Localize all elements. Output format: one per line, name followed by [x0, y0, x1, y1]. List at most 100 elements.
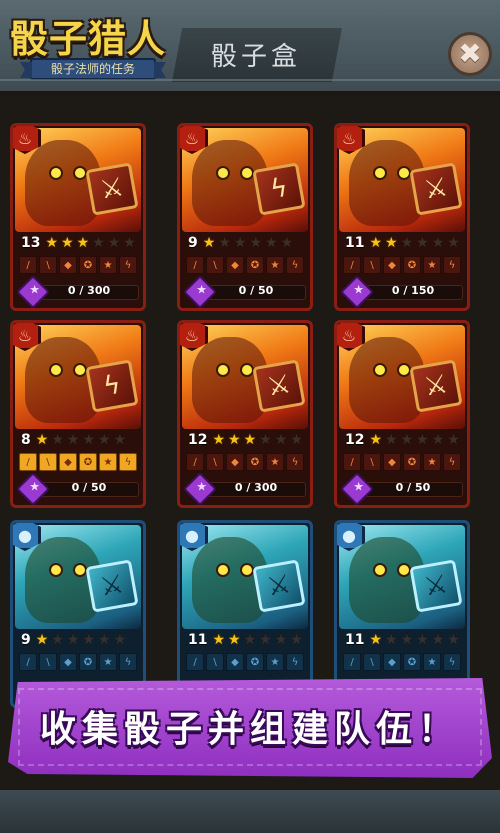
sword-icon: ⚔	[409, 162, 463, 216]
star-icon: ★	[259, 632, 272, 648]
star-icon: ★	[202, 235, 216, 251]
game-logo: 骰子猎人 骰子法师的任务	[6, 6, 176, 86]
star-icon: ★	[447, 235, 460, 251]
skill-icon: ★	[266, 256, 284, 274]
star-icon: ★	[212, 432, 226, 448]
skill-icon: ◆	[226, 653, 244, 671]
skill-icon: ✪	[403, 256, 421, 274]
skill-icon: /	[19, 653, 37, 671]
star-icon: ★	[369, 632, 383, 648]
skill-icon: ★	[99, 256, 117, 274]
skill-icon: ★	[266, 453, 284, 471]
lightning-icon: ϟ	[85, 359, 139, 413]
level-number: 9	[21, 632, 31, 648]
star-icon: ★	[113, 632, 127, 648]
star-icon: ★	[243, 432, 257, 448]
skill-icon: ★	[423, 453, 441, 471]
card-progress: 0 / 300	[16, 275, 139, 308]
star-icon: ★	[249, 235, 262, 251]
skill-row: / \ ◆ ✪ ★ ϟ	[343, 653, 461, 671]
skill-icon: \	[363, 256, 381, 274]
skill-icon: /	[343, 453, 361, 471]
level-row: 11 ★ ★ ★ ★ ★ ★	[345, 631, 460, 649]
star-icon: ★	[369, 235, 383, 251]
card-progress: 0 / 50	[16, 472, 139, 505]
star-icon: ★	[66, 632, 80, 648]
skill-icon: \	[39, 256, 57, 274]
progress-text: 0 / 50	[395, 481, 431, 494]
level-row: 11 ★ ★ ★ ★ ★ ★	[188, 631, 303, 649]
skill-icon: ◆	[226, 256, 244, 274]
card-progress: 0 / 50	[340, 472, 463, 505]
banner-text: 收集骰子并组建队伍！	[39, 709, 460, 750]
star-icon: ★	[447, 432, 460, 448]
close-icon: ✖	[458, 37, 482, 70]
dice-card[interactable]: ϟ♨9★★★★★★/\◆✪★ϟ0 / 50	[177, 123, 313, 311]
promo-banner: 收集骰子并组建队伍！	[8, 678, 492, 778]
card-progress: 0 / 150	[340, 275, 463, 308]
star-icon: ★	[243, 632, 257, 648]
star-icon: ★	[369, 432, 383, 448]
star-icon: ★	[212, 632, 226, 648]
skill-icon: ◆	[383, 653, 401, 671]
skill-icon: ϟ	[443, 453, 461, 471]
star-icon: ★	[290, 432, 303, 448]
star-icon: ★	[107, 235, 121, 251]
progress-text: 0 / 300	[234, 481, 278, 494]
star-icon: ★	[66, 432, 80, 448]
skill-icon: ✪	[403, 453, 421, 471]
close-button[interactable]: ✖	[448, 32, 492, 76]
skill-row: / \ ◆ ✪ ★ ϟ	[19, 256, 137, 274]
star-icon: ★	[416, 235, 429, 251]
dice-card[interactable]: ⚔♨11★★★★★★/\◆✪★ϟ0 / 150	[334, 123, 470, 311]
progress-text: 0 / 50	[238, 284, 274, 297]
skill-icon: \	[39, 653, 57, 671]
star-icon: ★	[98, 432, 111, 448]
star-icon: ★	[259, 432, 272, 448]
lightning-icon: ϟ	[252, 162, 306, 216]
skill-icon: /	[186, 256, 204, 274]
star-icon: ★	[385, 235, 398, 251]
skill-icon: /	[186, 453, 204, 471]
dice-card[interactable]: ⚔♨13★★★★★★/\◆✪★ϟ0 / 300	[10, 123, 146, 311]
dice-card[interactable]: ϟ♨8★★★★★★/\◆✪★ϟ0 / 50	[10, 320, 146, 508]
star-icon: ★	[290, 632, 303, 648]
star-icon: ★	[265, 235, 278, 251]
skill-icon: /	[19, 256, 37, 274]
level-number: 8	[21, 432, 31, 448]
skill-icon: ◆	[59, 653, 77, 671]
star-icon: ★	[51, 432, 64, 448]
star-icon: ★	[274, 632, 288, 648]
star-icon: ★	[400, 432, 414, 448]
level-number: 11	[345, 235, 365, 251]
dice-card[interactable]: ⚔♨12★★★★★★/\◆✪★ϟ0 / 300	[177, 320, 313, 508]
logo-subtitle: 骰子法师的任务	[30, 58, 156, 80]
dice-card[interactable]: ⚔♨12★★★★★★/\◆✪★ϟ0 / 50	[334, 320, 470, 508]
skill-row: / \ ◆ ✪ ★ ϟ	[186, 653, 304, 671]
sword-icon: ⚔	[252, 359, 306, 413]
card-progress: 0 / 300	[183, 472, 306, 505]
star-icon: ★	[123, 235, 136, 251]
level-number: 11	[345, 632, 365, 648]
skill-row: / \ ◆ ✪ ★ ϟ	[19, 453, 137, 471]
level-number: 11	[188, 632, 208, 648]
skill-icon: ϟ	[443, 256, 461, 274]
star-icon: ★	[228, 432, 241, 448]
skill-icon: ✪	[403, 653, 421, 671]
star-icon: ★	[35, 432, 49, 448]
star-icon: ★	[218, 235, 231, 251]
skill-icon: \	[363, 653, 381, 671]
skill-icon: ϟ	[443, 653, 461, 671]
skill-icon: ✪	[79, 453, 97, 471]
skill-icon: ◆	[383, 453, 401, 471]
skill-icon: \	[206, 256, 224, 274]
skill-row: / \ ◆ ✪ ★ ϟ	[186, 256, 304, 274]
skill-icon: ★	[99, 453, 117, 471]
skill-icon: ◆	[226, 453, 244, 471]
skill-icon: ϟ	[286, 453, 304, 471]
skill-icon: ★	[423, 256, 441, 274]
star-icon: ★	[51, 632, 64, 648]
bottom-strip	[0, 790, 500, 833]
star-icon: ★	[92, 235, 105, 251]
sword-icon: ⚔	[409, 359, 463, 413]
